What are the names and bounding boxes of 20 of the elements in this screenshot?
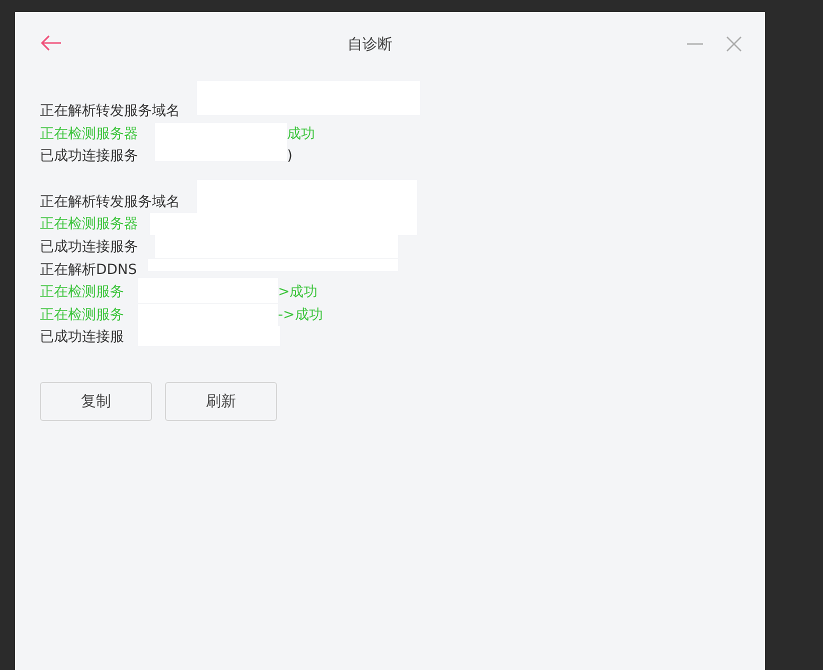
log-line: 正在检测服务 xyxy=(40,306,124,323)
copy-button[interactable]: 复制 xyxy=(40,382,152,421)
log-status: ->成功 xyxy=(278,306,323,325)
log-line: 正在检测服务 xyxy=(40,284,124,300)
minimize-icon[interactable] xyxy=(686,42,704,46)
log-status: ) xyxy=(287,147,292,166)
log-line: 正在检测服务器 xyxy=(40,216,138,232)
log-line: 正在检测服务器 xyxy=(40,126,138,142)
log-line: 已成功连接服务 xyxy=(40,148,138,164)
log-line: 正在解析转发服务域名 xyxy=(40,103,180,119)
log-line: 正在解析DDNS xyxy=(40,262,137,278)
window-title: 自诊断 xyxy=(348,34,392,54)
log-line: 已成功连接服务 xyxy=(40,238,138,255)
log-status: >成功 xyxy=(278,283,318,302)
close-icon[interactable] xyxy=(726,36,742,52)
log-line: 正在解析转发服务域名 xyxy=(40,194,180,210)
refresh-button[interactable]: 刷新 xyxy=(165,382,277,421)
log-line: 已成功连接服 xyxy=(40,329,124,346)
log-status: 成功 xyxy=(287,124,315,144)
back-arrow-icon[interactable] xyxy=(40,35,62,51)
